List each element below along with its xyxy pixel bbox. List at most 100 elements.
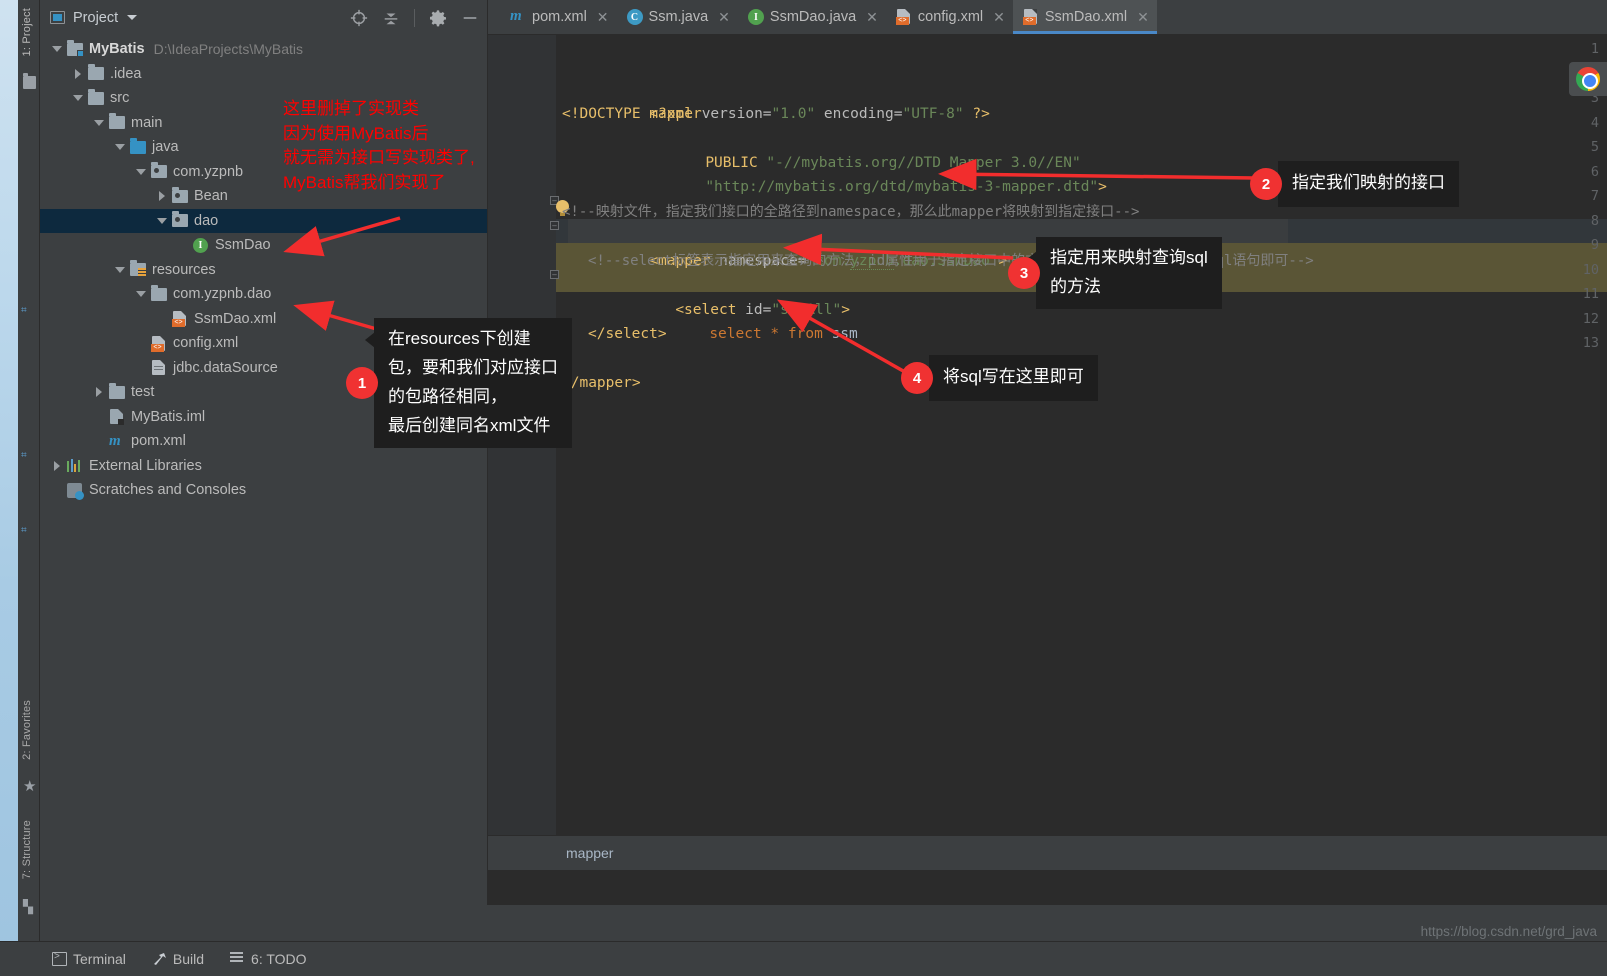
status-bar-item-6-todo[interactable]: 6: TODO [230, 951, 307, 967]
close-icon[interactable]: ✕ [597, 9, 609, 26]
tree-node-label: External Libraries [89, 457, 202, 474]
tree-node-external-libraries[interactable]: External Libraries [40, 454, 487, 479]
todo-icon [230, 952, 245, 966]
code-token: from [787, 326, 832, 342]
tree-node-mybatis-iml[interactable]: MyBatis.iml [40, 405, 487, 430]
code-token: "UTF-8" [902, 105, 964, 122]
editor-tab-label: SsmDao.xml [1044, 9, 1128, 25]
editor-tab-config-xml[interactable]: config.xml ✕ [886, 0, 1013, 34]
tree-node-icon: m [109, 433, 126, 449]
tree-node-icon: I [193, 237, 210, 253]
editor-tab-bar[interactable]: mpom.xml✕CSsm.java✕ISsmDao.java✕config.x… [488, 0, 1607, 35]
editor-tab-ssmdao-java[interactable]: I SsmDao.java ✕ [738, 0, 886, 34]
status-bar[interactable]: Terminal Build 6: TODO [0, 941, 1607, 976]
tree-node-src[interactable]: src [40, 86, 487, 111]
project-tree[interactable]: MyBatis D:\IdeaProjects\MyBatis .idea src ma… [40, 35, 487, 503]
collapse-all-icon[interactable] [382, 9, 400, 27]
tree-node-icon [67, 482, 84, 500]
editor-tab-ssm-java[interactable]: C Ssm.java ✕ [617, 0, 738, 34]
project-panel-title[interactable]: Project [73, 10, 118, 26]
tree-node-bean[interactable]: Bean [40, 184, 487, 209]
chevron-right-icon[interactable] [92, 384, 108, 400]
tree-node-label: main [131, 114, 163, 131]
terminal-icon [52, 951, 67, 966]
tree-node-label: MyBatis [89, 41, 145, 58]
chevron-down-icon[interactable] [127, 15, 138, 20]
minimize-icon[interactable] [461, 9, 479, 27]
watermark-url: https://blog.csdn.net/grd_java [1420, 924, 1597, 939]
editor-tab-label: Ssm.java [648, 9, 709, 25]
iml-file-icon [110, 409, 124, 426]
chevron-down-icon[interactable] [155, 213, 171, 229]
close-icon[interactable]: ✕ [718, 9, 730, 26]
status-bar-item-label: Build [172, 951, 205, 967]
editor-tab-ssmdao-xml[interactable]: SsmDao.xml ✕ [1012, 0, 1157, 34]
xml-file-icon [151, 335, 165, 352]
tree-node-com-yzpnb[interactable]: com.yzpnb [40, 160, 487, 185]
tool-window-button-structure[interactable]: 7: Structure [21, 820, 33, 879]
chevron-down-icon[interactable] [50, 41, 66, 57]
chevron-down-icon[interactable] [134, 286, 150, 302]
chevron-down-icon[interactable] [92, 115, 108, 131]
tree-node-scratches-and-consoles[interactable]: Scratches and Consoles [40, 478, 487, 503]
tree-node-ssmdao-xml[interactable]: SsmDao.xml [40, 307, 487, 332]
tree-node-idea[interactable]: .idea [40, 62, 487, 87]
folder-icon [88, 64, 104, 81]
tree-node-label: Bean [194, 188, 228, 205]
chrome-browser-icon[interactable] [1569, 62, 1607, 96]
tree-node-java[interactable]: java [40, 135, 487, 160]
chevron-right-icon[interactable] [71, 66, 87, 82]
status-bar-item-terminal[interactable]: Terminal [52, 951, 126, 967]
tree-node-icon [109, 409, 126, 426]
star-icon: ★ [23, 778, 37, 795]
tree-node-config-xml[interactable]: config.xml [40, 331, 487, 356]
close-icon[interactable]: ✕ [993, 9, 1005, 26]
tree-node-ssmdao[interactable]: I SsmDao [40, 233, 487, 258]
close-icon[interactable]: ✕ [1137, 9, 1149, 26]
editor-tab-label: config.xml [917, 9, 984, 25]
tree-node-icon [109, 382, 126, 400]
editor-area: mpom.xml✕CSsm.java✕ISsmDao.java✕config.x… [488, 0, 1607, 905]
xml-icon [895, 9, 912, 25]
tree-node-icon [172, 211, 189, 228]
tree-node-icon [67, 39, 84, 57]
code-token: ssm [831, 326, 858, 342]
code-token: * [770, 326, 788, 342]
code-token: version= [701, 105, 772, 122]
breadcrumb[interactable]: mapper [488, 835, 1607, 870]
chevron-down-icon[interactable] [71, 90, 87, 106]
chevron-down-icon[interactable] [134, 164, 150, 180]
tree-node-mybatis[interactable]: MyBatis D:\IdeaProjects\MyBatis [40, 37, 487, 62]
gear-icon[interactable] [429, 9, 447, 27]
tree-node-resources[interactable]: resources [40, 258, 487, 283]
code-editor[interactable]: 12345678910111213 – – – – <?xml version=… [488, 35, 1607, 870]
chevron-down-icon[interactable] [113, 139, 129, 155]
code-content[interactable]: <?xml version="1.0" encoding="UTF-8" ?> … [488, 35, 1607, 870]
chrome-logo-icon [1576, 67, 1600, 91]
tree-node-com-yzpnb-dao[interactable]: com.yzpnb.dao [40, 282, 487, 307]
tool-window-button-project[interactable]: 1: Project [21, 8, 33, 56]
close-icon[interactable]: ✕ [866, 9, 878, 26]
code-line-select-close: </select> [588, 326, 667, 342]
tree-node-dao[interactable]: dao [40, 208, 487, 233]
tree-node-jdbc-datasource[interactable]: jdbc.dataSource [40, 356, 487, 381]
tool-window-button-favorites[interactable]: 2: Favorites [21, 700, 33, 760]
tree-node-pom-xml[interactable]: m pom.xml [40, 429, 487, 454]
tree-node-label: SsmDao.xml [194, 310, 277, 327]
locate-icon[interactable] [350, 9, 368, 27]
tree-node-label: resources [152, 261, 216, 278]
source-folder-icon [130, 137, 146, 154]
editor-tab-pom-xml[interactable]: m pom.xml ✕ [500, 0, 617, 34]
project-icon [50, 11, 65, 24]
chevron-right-icon[interactable] [50, 458, 66, 474]
left-tool-strip: 1: Project ⌗ ⌗ ⌗ 2: Favorites ★ 7: Struc… [18, 0, 40, 941]
chevron-right-icon[interactable] [155, 188, 171, 204]
tree-node-test[interactable]: test [40, 380, 487, 405]
chevron-down-icon[interactable] [113, 262, 129, 278]
code-token: > [1098, 179, 1107, 195]
status-bar-item-build[interactable]: Build [152, 951, 204, 967]
tree-node-main[interactable]: main [40, 111, 487, 136]
interface-icon: I [747, 9, 764, 25]
